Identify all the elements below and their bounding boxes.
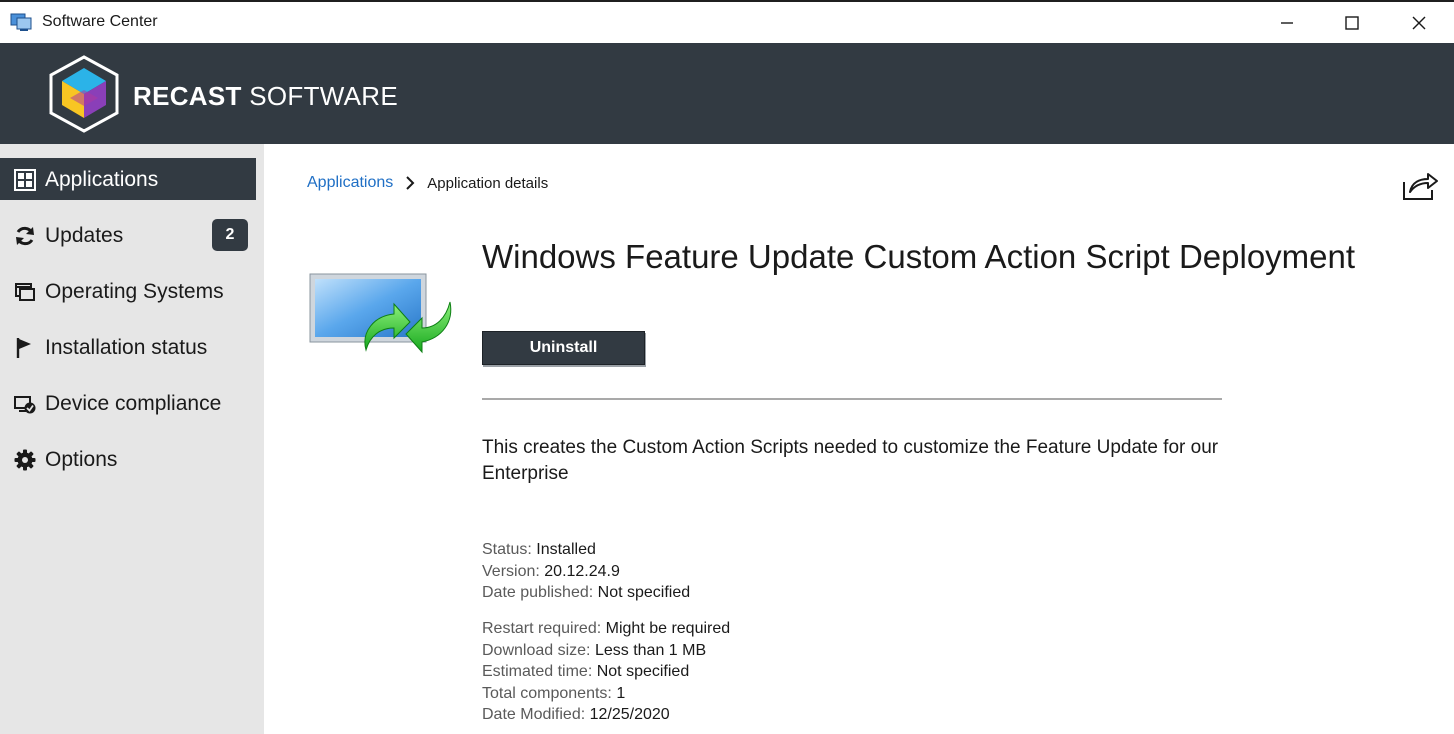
sidebar-item-label: Operating Systems [45, 280, 224, 303]
chevron-right-icon [406, 176, 415, 190]
sidebar-item-label: Updates [45, 224, 124, 247]
property-row: Restart required: Might be required [482, 620, 731, 637]
app-title: Windows Feature Update Custom Action Scr… [482, 238, 1356, 275]
sidebar-item-options[interactable]: Options [0, 438, 256, 480]
sidebar-item-label: Device compliance [45, 392, 222, 415]
maximize-button[interactable] [1319, 2, 1385, 43]
breadcrumb: Applications Application details [307, 174, 548, 192]
sidebar-item-operating-systems[interactable]: Operating Systems [0, 270, 256, 312]
property-row: Total components: 1 [482, 684, 626, 702]
sidebar: Applications Updates 2 Operating Systems… [0, 144, 264, 734]
minimize-button[interactable] [1254, 2, 1320, 43]
sidebar-item-device-compliance[interactable]: Device compliance [0, 382, 256, 424]
brand-name: RECAST SOFTWARE [133, 81, 398, 111]
software-center-icon [10, 13, 32, 31]
sidebar-item-label: Options [45, 448, 118, 471]
flag-icon [16, 338, 31, 358]
share-icon[interactable] [1400, 170, 1440, 202]
app-properties-primary: Status: Installed Version: 20.12.24.9 Da… [482, 539, 690, 604]
window-title: Software Center [42, 13, 158, 30]
windows-icon [15, 283, 35, 301]
sidebar-item-updates[interactable]: Updates 2 [0, 214, 256, 256]
sidebar-item-label: Applications [45, 168, 159, 191]
property-row: Estimated time: Not specified [482, 663, 690, 680]
device-compliance-icon [14, 396, 36, 414]
minimize-icon [1281, 21, 1293, 24]
sidebar-item-applications[interactable]: Applications [0, 158, 256, 200]
close-icon [1412, 16, 1426, 29]
divider [482, 398, 1222, 400]
property-row: Version: 20.12.24.9 [482, 562, 620, 580]
app-update-icon [309, 273, 452, 354]
uninstall-button[interactable]: Uninstall [482, 331, 645, 365]
maximize-icon [1345, 15, 1359, 30]
sidebar-item-installation-status[interactable]: Installation status [0, 326, 256, 368]
updates-count-badge: 2 [212, 219, 248, 251]
recast-logo-icon [49, 55, 119, 133]
property-row: Status: Installed [482, 541, 596, 558]
applications-icon [14, 169, 36, 191]
property-row: Download size: Less than 1 MB [482, 641, 707, 659]
header-banner: RECAST SOFTWARE [0, 43, 1454, 144]
breadcrumb-current: Application details [427, 174, 549, 192]
title-bar: Software Center [0, 0, 1454, 43]
property-row: Date Modified: 12/25/2020 [482, 706, 670, 723]
breadcrumb-applications-link[interactable]: Applications [307, 174, 393, 192]
gear-icon [14, 449, 36, 471]
close-button[interactable] [1386, 2, 1452, 43]
property-row: Date published: Not specified [482, 584, 691, 601]
refresh-icon [16, 226, 34, 246]
app-description: This creates the Custom Action Scripts n… [482, 437, 1219, 484]
sidebar-item-label: Installation status [45, 336, 208, 359]
app-properties-secondary: Restart required: Might be required Down… [482, 618, 730, 726]
